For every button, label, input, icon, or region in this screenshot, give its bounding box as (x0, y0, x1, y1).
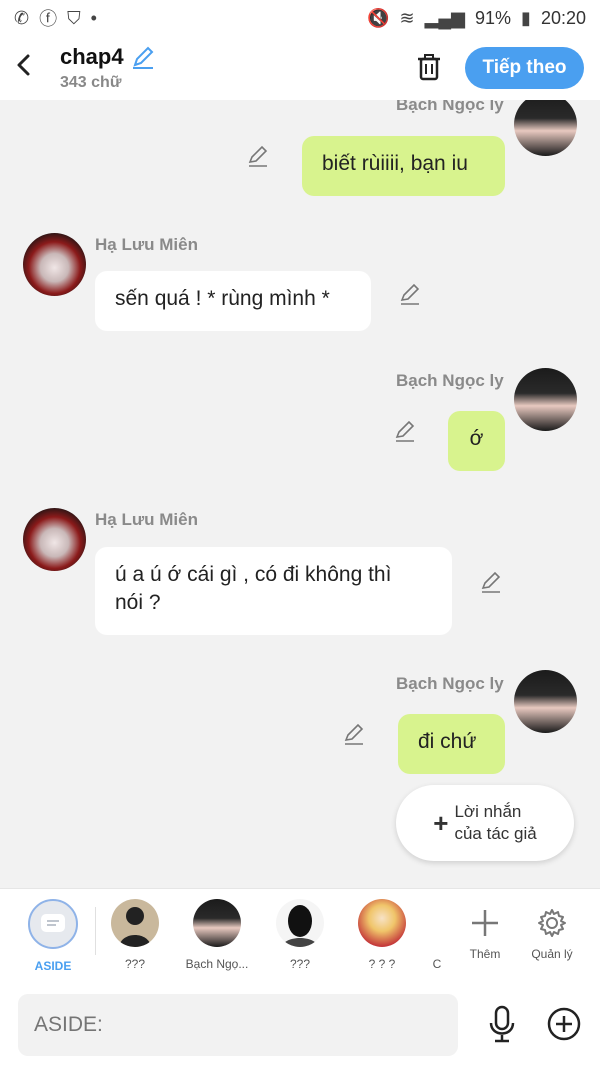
character-aside[interactable]: ASIDE (13, 899, 93, 973)
plus-icon: + (433, 808, 449, 838)
message-bubble[interactable]: ớ (448, 411, 505, 471)
character-label: Thêm (469, 947, 501, 961)
battery-icon: ▮ (521, 7, 531, 28)
microphone-icon[interactable] (486, 1004, 518, 1044)
gear-icon (516, 899, 588, 947)
clock: 20:20 (540, 7, 586, 28)
add-character-button[interactable]: Thêm (450, 899, 520, 961)
shield-icon: ⛉ (67, 7, 81, 28)
sender-name: Hạ Lưu Miên (95, 235, 198, 254)
character-item[interactable]: Bạch Ngọ... (177, 899, 257, 971)
avatar[interactable] (23, 508, 86, 571)
edit-icon[interactable] (393, 419, 417, 443)
edit-icon[interactable] (479, 570, 503, 594)
author-note-label: Lời nhắn (454, 802, 522, 821)
edit-icon[interactable] (342, 722, 366, 746)
avatar (193, 899, 241, 947)
message-input[interactable] (18, 994, 458, 1056)
sender-name: Bạch Ngọc ly (396, 371, 504, 390)
add-circle-icon[interactable] (546, 1006, 582, 1042)
plus-icon (450, 899, 520, 947)
character-label: ASIDE (34, 959, 72, 973)
status-bar: ✆ ⓕ ⛉ • 🔇 ≋ ▂▄▆ 91% ▮ 20:20 (0, 0, 600, 36)
avatar[interactable] (514, 670, 577, 733)
character-item[interactable]: ??? (95, 899, 175, 971)
character-label: C (432, 957, 442, 971)
input-bar (0, 984, 600, 1067)
character-bar: ASIDE ??? Bạch Ngọ... ??? ? ? ? C Thêm Q… (0, 888, 600, 984)
manage-button[interactable]: Quản lý (516, 899, 588, 961)
sender-name: Hạ Lưu Miên (95, 510, 198, 529)
aside-icon (28, 899, 78, 949)
avatar[interactable] (514, 368, 577, 431)
sender-name: Bạch Ngọc ly (396, 100, 504, 114)
silhouette-avatar (276, 899, 324, 947)
edit-title-icon[interactable] (130, 44, 156, 70)
character-item[interactable]: ??? (260, 899, 340, 971)
character-item[interactable]: ? ? ? (342, 899, 422, 971)
word-count: 343 chữ (60, 74, 122, 91)
chat-area[interactable]: Bạch Ngọc ly biết rùiiii, bạn iu Hạ Lưu … (0, 100, 600, 888)
message-bubble[interactable]: đi chứ (398, 714, 505, 774)
silhouette-avatar (111, 899, 159, 947)
character-label: ? ? ? (368, 957, 396, 971)
header: chap4 343 chữ Tiếp theo (0, 36, 600, 100)
chapter-title: chap4 (60, 44, 124, 69)
sender-name: Bạch Ngọc ly (396, 674, 504, 693)
character-label: Bạch Ngọ... (185, 957, 249, 971)
author-note-label: của tác giả (454, 824, 537, 843)
edit-icon[interactable] (398, 282, 422, 306)
message-bubble[interactable]: biết rùiiii, bạn iu (302, 136, 505, 196)
call-icon: ✆ (14, 7, 30, 28)
avatar[interactable] (23, 233, 86, 296)
author-note-button[interactable]: + Lời nhắn của tác giả (396, 785, 574, 861)
character-item[interactable]: C (425, 899, 449, 971)
character-label: ??? (124, 957, 146, 971)
signal-icon: ▂▄▆ (424, 7, 466, 28)
avatar (358, 899, 406, 947)
facebook-icon: ⓕ (39, 9, 58, 29)
mute-icon: 🔇 (367, 7, 390, 28)
message-line: ú a ú ớ cái gì , có đi không thì (115, 563, 392, 586)
avatar[interactable] (514, 100, 577, 156)
message-bubble[interactable]: sến quá ! * rùng mình * (95, 271, 371, 331)
back-icon[interactable] (14, 50, 34, 86)
trash-icon[interactable] (414, 52, 444, 82)
message-line: nói ? (115, 591, 161, 614)
character-label: ??? (289, 957, 311, 971)
message-bubble[interactable]: ú a ú ớ cái gì , có đi không thì nói ? (95, 547, 452, 635)
battery-percent: 91% (475, 7, 512, 28)
edit-icon[interactable] (246, 144, 270, 168)
dot-icon: • (90, 7, 97, 28)
next-button[interactable]: Tiếp theo (465, 47, 584, 89)
wifi-icon: ≋ (399, 7, 415, 28)
character-label: Quản lý (531, 947, 573, 961)
